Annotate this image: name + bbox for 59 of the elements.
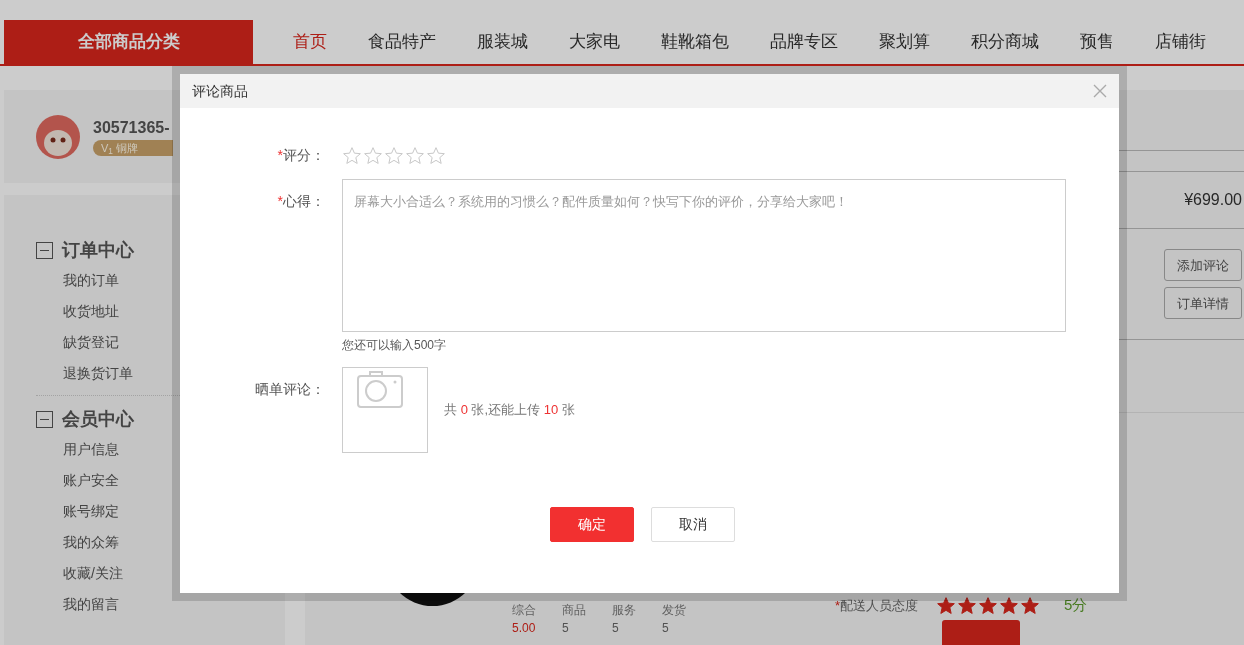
nav-link[interactable]: 预售 <box>1080 29 1114 55</box>
sidebar-item[interactable]: 账户安全 <box>63 465 119 496</box>
collapse-icon[interactable] <box>36 410 53 428</box>
score-value: 5 <box>562 620 570 638</box>
nav-link[interactable]: 鞋靴箱包 <box>661 29 729 55</box>
confirm-button[interactable]: 确定 <box>550 507 634 542</box>
nav-link[interactable]: 店铺街 <box>1155 29 1206 55</box>
rating-score: 5分 <box>1064 595 1088 616</box>
sidebar-item[interactable]: 收藏/关注 <box>63 558 123 589</box>
score-label: 商品 <box>562 602 586 619</box>
sidebar-item[interactable]: 我的众筹 <box>63 527 119 558</box>
score-label: 服务 <box>612 602 636 619</box>
score-value: 5.00 <box>512 620 536 638</box>
order-price: ¥699.00 <box>1184 190 1242 211</box>
rating-star-icon[interactable] <box>363 145 383 166</box>
sidebar-item[interactable]: 账号绑定 <box>63 496 119 527</box>
avatar-icon <box>36 114 80 159</box>
field-label: *心得： <box>277 192 325 211</box>
close-icon[interactable] <box>1093 84 1107 98</box>
rating-star-icon[interactable] <box>426 145 446 166</box>
sidebar-item[interactable]: 缺货登记 <box>63 327 119 358</box>
order-action-button[interactable]: 订单详情 <box>1164 287 1242 320</box>
sidebar-item[interactable]: 我的订单 <box>63 265 119 296</box>
submit-rating-button[interactable] <box>942 620 1020 645</box>
nav-link[interactable]: 首页 <box>293 29 327 55</box>
member-badge: V$_{1}$ 铜牌 <box>93 139 173 156</box>
camera-icon <box>357 370 403 408</box>
nav-link[interactable]: 积分商城 <box>971 29 1039 55</box>
sidebar-group-title: 会员中心 <box>62 407 134 431</box>
sidebar-item[interactable]: 收货地址 <box>63 296 119 327</box>
nav-link[interactable]: 食品特产 <box>368 29 436 55</box>
rating-star-icon[interactable] <box>342 145 362 166</box>
score-label: 发货 <box>662 602 686 619</box>
username: 30571365- <box>93 117 171 138</box>
dialog-title: 评论商品 <box>192 81 248 101</box>
sidebar-group-title: 订单中心 <box>62 238 134 262</box>
nav-link[interactable]: 服装城 <box>477 29 528 55</box>
rating-label: *配送人员态度 <box>835 597 919 615</box>
sidebar-item[interactable]: 我的留言 <box>63 589 119 620</box>
field-label: *评分： <box>277 146 325 165</box>
rating-star-icon[interactable] <box>405 145 425 166</box>
review-textarea[interactable]: 屏幕大小合适么？系统用的习惯么？配件质量如何？快写下你的评价，分享给大家吧！ <box>342 179 1066 332</box>
sidebar-item[interactable]: 用户信息 <box>63 434 119 465</box>
upload-hint: 共 0 张,还能上传 10 张 <box>444 401 575 420</box>
score-value: 5 <box>612 620 620 638</box>
cancel-button[interactable]: 取消 <box>651 507 735 542</box>
sidebar-item[interactable]: 退换货订单 <box>63 358 133 389</box>
order-action-button[interactable]: 添加评论 <box>1164 249 1242 282</box>
all-categories-button[interactable]: 全部商品分类 <box>4 20 253 64</box>
nav-link[interactable]: 大家电 <box>569 29 620 55</box>
score-label: 综合 <box>512 602 536 619</box>
field-label: 晒单评论： <box>255 380 325 399</box>
photo-upload-box[interactable] <box>342 367 428 453</box>
score-value: 5 <box>662 620 670 638</box>
character-counter: 您还可以输入500字 <box>342 337 448 353</box>
nav-link[interactable]: 聚划算 <box>879 29 930 55</box>
nav-link[interactable]: 品牌专区 <box>770 29 838 55</box>
rating-star-icon[interactable] <box>384 145 404 166</box>
collapse-icon[interactable] <box>36 241 53 259</box>
